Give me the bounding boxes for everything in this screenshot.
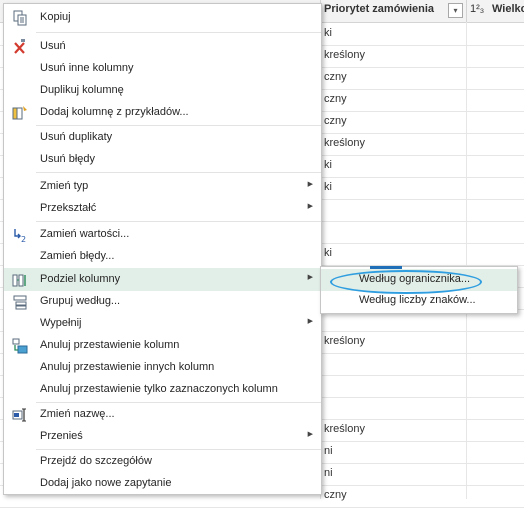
menu-item-label: Usuń (40, 40, 66, 52)
focus-indicator (370, 266, 402, 269)
group-by-icon (13, 295, 27, 310)
menu-item-add-as-new-query[interactable]: Dodaj jako nowe zapytanie (4, 472, 321, 495)
rename-icon (12, 408, 26, 422)
menu-item-label: Przekształć (40, 202, 97, 214)
submenu-item-label: Według liczby znaków... (359, 294, 476, 306)
menu-item-label: Usuń duplikaty (40, 131, 113, 143)
table-cell[interactable]: kreślony (324, 423, 365, 435)
menu-item-duplicate-column[interactable]: Duplikuj kolumnę (4, 79, 321, 102)
menu-item-change-type[interactable]: Zmień typ ▶ (4, 175, 321, 198)
column-separator (466, 0, 467, 22)
menu-item-label: Wypełnij (40, 317, 82, 329)
menu-item-label: Zamień błędy... (40, 250, 115, 262)
submenu-arrow-icon: ▶ (307, 181, 313, 188)
column-filter-dropdown[interactable]: ▾ (448, 3, 463, 18)
menu-item-copy[interactable]: Kopiuj (4, 6, 321, 29)
menu-item-unpivot-selected-columns[interactable]: Anuluj przestawienie tylko zaznaczonych … (4, 378, 321, 401)
table-cell[interactable]: ni (324, 467, 333, 479)
menu-item-label: Kopiuj (40, 11, 71, 23)
table-cell[interactable]: kreślony (324, 137, 365, 149)
table-cell[interactable]: kreślony (324, 335, 365, 347)
svg-text:2: 2 (21, 235, 26, 243)
menu-item-label: Podziel kolumny (40, 273, 121, 285)
table-cell[interactable]: czny (324, 71, 347, 83)
menu-item-label: Usuń błędy (40, 153, 96, 165)
highlight-annotation (330, 270, 482, 294)
menu-item-remove-errors[interactable]: Usuń błędy (4, 148, 321, 171)
split-column-icon (12, 274, 26, 287)
menu-separator (36, 172, 321, 173)
unpivot-icon (12, 338, 28, 354)
menu-item-add-column-from-examples[interactable]: Dodaj kolumnę z przykładów... (4, 101, 321, 124)
submenu-arrow-icon: ▶ (307, 203, 313, 210)
menu-item-label: Zmień typ (40, 180, 89, 192)
remove-column-icon (14, 39, 25, 54)
menu-item-remove-other-columns[interactable]: Usuń inne kolumny (4, 57, 321, 80)
add-column-from-examples-icon (12, 106, 27, 120)
table-cell[interactable]: ki (324, 27, 332, 39)
column-header-title[interactable]: Priorytet zamówienia (324, 3, 434, 15)
menu-separator (36, 32, 321, 33)
menu-item-label: Dodaj kolumnę z przykładów... (40, 106, 189, 118)
menu-item-split-column[interactable]: Podziel kolumny ▶ (4, 268, 321, 291)
copy-icon (13, 10, 27, 26)
menu-item-label: Duplikuj kolumnę (40, 84, 124, 96)
replace-values-icon: 2 (14, 229, 26, 243)
menu-item-label: Usuń inne kolumny (40, 62, 134, 74)
menu-item-remove[interactable]: Usuń (4, 35, 321, 58)
menu-item-move[interactable]: Przenieś ▶ (4, 425, 321, 448)
menu-item-label: Przenieś (40, 430, 83, 442)
menu-item-label: Anuluj przestawienie kolumn (40, 339, 180, 351)
table-cell[interactable]: ki (324, 159, 332, 171)
menu-item-label: Zmień nazwę... (40, 408, 115, 420)
submenu-arrow-icon: ▶ (307, 431, 313, 438)
menu-item-label: Zamień wartości... (40, 228, 130, 240)
table-cell[interactable]: ki (324, 247, 332, 259)
table-cell[interactable]: czny (324, 93, 347, 105)
menu-item-replace-values[interactable]: 2 Zamień wartości... (4, 223, 321, 246)
table-cell[interactable]: kreślony (324, 49, 365, 61)
column-context-menu: Kopiuj Usuń Usuń inne kolumny Duplikuj k… (3, 3, 322, 495)
menu-item-replace-errors[interactable]: Zamień błędy... (4, 245, 321, 268)
menu-item-rename[interactable]: Zmień nazwę... (4, 403, 321, 426)
menu-item-unpivot-other-columns[interactable]: Anuluj przestawienie innych kolumn (4, 356, 321, 379)
whole-number-type-icon[interactable]: 1²₃ (470, 3, 484, 15)
menu-separator (36, 221, 321, 222)
menu-item-label: Anuluj przestawienie innych kolumn (40, 361, 215, 373)
menu-item-label: Dodaj jako nowe zapytanie (40, 477, 172, 489)
menu-item-drill-down[interactable]: Przejdź do szczegółów (4, 450, 321, 473)
table-cell[interactable]: czny (324, 115, 347, 127)
menu-item-transform[interactable]: Przekształć ▶ (4, 197, 321, 220)
menu-item-fill[interactable]: Wypełnij ▶ (4, 312, 321, 335)
menu-item-label: Przejdź do szczegółów (40, 455, 152, 467)
menu-item-unpivot-columns[interactable]: Anuluj przestawienie kolumn (4, 334, 321, 357)
submenu-arrow-icon: ▶ (307, 274, 313, 281)
menu-item-remove-duplicates[interactable]: Usuń duplikaty (4, 126, 321, 149)
menu-item-label: Grupuj według... (40, 295, 121, 307)
table-cell[interactable]: ki (324, 181, 332, 193)
menu-item-label: Anuluj przestawienie tylko zaznaczonych … (40, 383, 278, 395)
table-cell[interactable]: czny (324, 489, 347, 501)
column-header-title[interactable]: Wielko (492, 3, 524, 15)
submenu-arrow-icon: ▶ (307, 318, 313, 325)
table-cell[interactable]: ni (324, 445, 333, 457)
menu-item-group-by[interactable]: Grupuj według... (4, 290, 321, 313)
